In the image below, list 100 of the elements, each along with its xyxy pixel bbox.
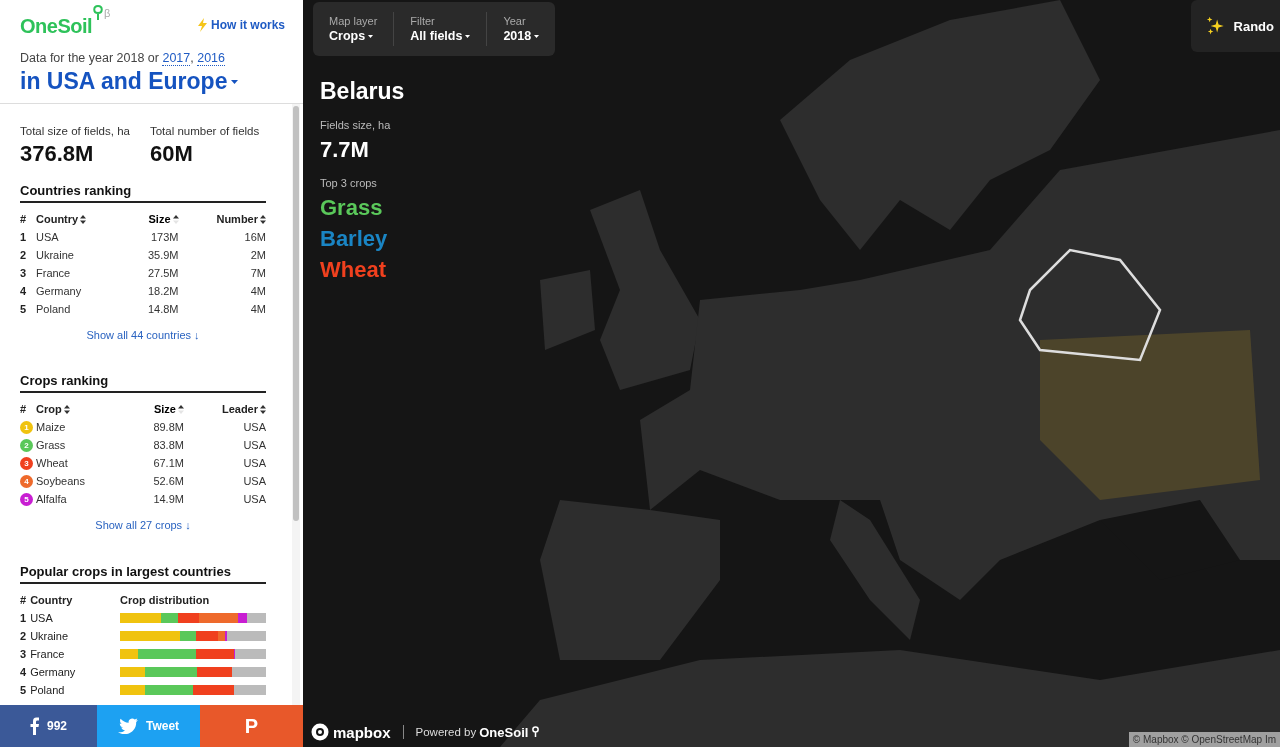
column-header: Country [30,593,73,606]
table-cell: 4M [250,285,266,297]
table-cell: 89.8M [153,421,184,433]
pin-button[interactable]: P [200,705,303,747]
column-header[interactable]: Size [148,213,179,225]
table-cell: France [36,267,71,279]
field-size-value: 7.7M [320,137,370,163]
table-cell: USA [243,439,266,451]
rank-number: 4 [20,285,27,297]
region-dropdown[interactable]: in USA and Europe [20,68,239,95]
data-year-text: Data for the year 2018 or 2017, 2016 [20,51,227,65]
table-cell: 14.8M [147,303,179,315]
table-cell: Wheat [36,457,68,469]
table-cell: USA [243,421,266,433]
column-header[interactable]: Crop [36,403,70,415]
total-label: Total size of fields, ha [20,125,130,137]
table-cell: 4M [250,303,266,315]
section-title: Crops ranking [20,373,266,393]
crop-name: Barley [320,225,389,253]
table-cell: 18.2M [147,285,179,297]
year-link[interactable]: 2016 [197,51,226,66]
section-title: Popular crops in largest countries [20,564,266,584]
how-it-works-link[interactable]: How it works [198,18,285,32]
total-value: 60M [149,141,194,167]
rank-dot: 1 [20,420,33,434]
rank-dot: 2 [20,438,33,452]
table-cell: Alfalfa [36,493,67,505]
show-all-link[interactable]: Show all 27 crops ↓ [20,516,266,534]
column-header[interactable]: Size [153,403,184,415]
table-cell: Germany [30,665,76,678]
table-cell: USA [243,457,266,469]
table-cell: Grass [36,439,66,451]
table-cell: 14.9M [153,493,184,505]
logo-text: OneSoil [20,15,93,38]
bird-icon [117,718,138,734]
table-cell: Ukraine [30,629,69,642]
map-dropdown[interactable]: Map layer Crops [313,12,394,46]
table-cell: 16M [244,231,266,243]
column-header: # [20,403,27,415]
caret-icon [231,79,239,84]
year-link[interactable]: 2017 [162,51,191,66]
table-cell: 35.9M [147,249,179,261]
mapbox-icon [311,723,329,741]
sort-icon [260,404,266,414]
beta-label: β [104,7,111,19]
table-cell: France [30,647,65,660]
table-cell: Maize [36,421,66,433]
map-attribution: © Mapbox © OpenStreetMap Im [1128,732,1280,747]
rank-number: 2 [20,249,27,261]
caret-icon [368,34,374,38]
column-header[interactable]: Number [216,213,266,225]
crop-name: Grass [320,194,384,222]
sort-icon [63,404,70,414]
facebook-share-button[interactable]: 992 [0,705,97,747]
caret-icon [465,34,471,38]
table-cell: Poland [30,683,65,696]
column-header[interactable]: Leader [221,403,266,415]
map-dropdown[interactable]: Filter All fields [393,12,487,46]
column-header: Crop distribution [120,593,211,606]
table-cell: Ukraine [36,249,74,261]
section-title: Countries ranking [20,183,266,203]
rank-number: 1 [20,231,27,243]
table-cell: Soybeans [36,475,85,487]
sort-icon [80,214,87,224]
rank-number: 3 [20,267,27,279]
random-button[interactable]: Rando [1191,0,1280,52]
rank-number: 4 [20,665,27,678]
rank-number: 2 [20,629,27,642]
powered-by-link[interactable]: Powered by OneSoil [415,724,541,740]
table-cell: 83.8M [153,439,184,451]
table-cell: 2M [250,249,266,261]
table-cell: Germany [36,285,82,297]
show-all-link[interactable]: Show all 44 countries ↓ [20,326,266,344]
table-cell: USA [30,611,53,624]
rank-number: 5 [20,303,27,315]
country-name: Belarus [320,78,405,105]
sort-up-icon [177,404,184,414]
rank-dot: 5 [20,492,33,506]
table-cell: 173M [151,231,179,243]
mapbox-logo-link[interactable]: mapbox [311,723,391,741]
table-cell: 52.6M [153,475,184,487]
column-header[interactable]: Country [36,213,87,225]
rank-number: 3 [20,647,27,660]
scrollbar[interactable] [292,104,300,705]
table-cell: 7M [250,267,266,279]
column-header: # [20,593,27,606]
table-cell: Poland [36,303,71,315]
sort-icon [260,214,266,224]
rank-dot: 4 [20,474,33,488]
total-label: Total number of fields [149,125,260,137]
table-cell: USA [243,493,266,505]
field-size-label: Fields size, ha [320,119,392,131]
top-crops-label: Top 3 crops [320,177,378,189]
facebook-icon [30,717,39,735]
caret-icon [534,34,540,38]
rank-number: 5 [20,683,27,696]
lightning-icon [198,18,207,32]
crop-name: Wheat [320,256,387,284]
map-dropdown[interactable]: Year 2018 [486,12,556,46]
table-cell: 67.1M [153,457,184,469]
